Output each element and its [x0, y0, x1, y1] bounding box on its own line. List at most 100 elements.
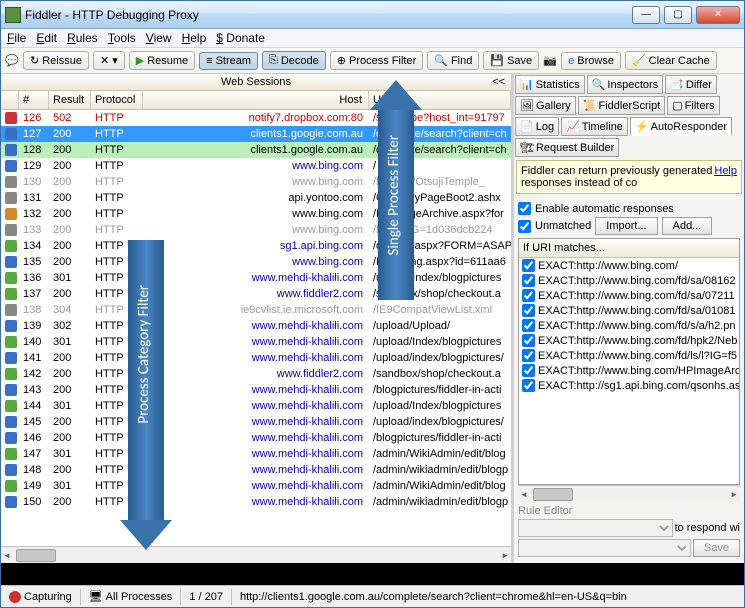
menu-help[interactable]: Help — [182, 31, 207, 45]
rule-row[interactable]: EXACT:http://www.bing.com/fd/hpk2/Neb — [519, 333, 739, 348]
unmatched-checkbox[interactable]: Unmatched — [518, 220, 591, 233]
table-row[interactable]: 127200HTTPclients1.google.com.au/complet… — [1, 126, 511, 142]
grid-header: # Result Protocol Host URL — [1, 91, 511, 110]
close-button[interactable]: ✕ — [696, 6, 740, 24]
menu-tools[interactable]: Tools — [108, 31, 136, 45]
rule-checkbox[interactable] — [522, 319, 535, 332]
maximize-button[interactable]: ▢ — [664, 6, 692, 24]
rule-action-select[interactable] — [518, 539, 691, 557]
table-row[interactable]: 139302HTTPwww.mehdi-khalili.com/upload/U… — [1, 318, 511, 334]
table-row[interactable]: 147301HTTPwww.mehdi-khalili.com/admin/Wi… — [1, 446, 511, 462]
process-filter-button[interactable]: ⊕Process Filter — [330, 51, 423, 70]
table-row[interactable]: 137200HTTPwww.fiddler2.com/sandbox/shop/… — [1, 286, 511, 302]
table-row[interactable]: 150200HTTPwww.mehdi-khalili.com/admin/wi… — [1, 494, 511, 510]
rule-row[interactable]: EXACT:http://sg1.api.bing.com/qsonhs.as — [519, 378, 739, 393]
table-row[interactable]: 136301HTTPwww.mehdi-khalili.com/upload/I… — [1, 270, 511, 286]
table-row[interactable]: 149301HTTPwww.mehdi-khalili.com/admin/Wi… — [1, 478, 511, 494]
save-button[interactable]: 💾Save — [483, 51, 539, 70]
table-row[interactable]: 145200HTTPwww.mehdi-khalili.com/upload/i… — [1, 414, 511, 430]
camera-icon[interactable]: 📷 — [543, 54, 557, 68]
help-link[interactable]: Help — [714, 165, 737, 189]
table-row[interactable]: 134200HTTPsg1.api.bing.com/qsonhs.aspx?F… — [1, 238, 511, 254]
table-row[interactable]: 143200HTTPwww.mehdi-khalili.com/blogpict… — [1, 382, 511, 398]
browse-button[interactable]: eBrowse — [561, 52, 621, 70]
table-row[interactable]: 142200HTTPwww.fiddler2.com/sandbox/shop/… — [1, 366, 511, 382]
stream-button[interactable]: ≡Stream — [199, 52, 258, 70]
remove-button[interactable]: ✕▾ — [93, 51, 125, 70]
resume-button[interactable]: ▶Resume — [129, 51, 195, 70]
col-url[interactable]: URL — [369, 91, 511, 109]
tab-autoresponder[interactable]: ⚡ AutoResponder — [630, 117, 732, 136]
tab-filters[interactable]: ▢ Filters — [667, 96, 719, 115]
rule-save-button[interactable]: Save — [693, 539, 740, 557]
tab-statistics[interactable]: 📊 Statistics — [515, 75, 585, 94]
comment-icon[interactable]: 💬 — [5, 54, 19, 68]
table-row[interactable]: 126502HTTPnotify7.dropbox.com:80/subscri… — [1, 110, 511, 126]
menu-file[interactable]: File — [7, 31, 26, 45]
capturing-indicator[interactable]: Capturing — [1, 589, 81, 605]
menu-view[interactable]: View — [146, 31, 172, 45]
clear-cache-button[interactable]: 🧹Clear Cache — [625, 51, 717, 70]
table-row[interactable]: 133200HTTPwww.bing.com/fd/ls/l?IG=1d036d… — [1, 222, 511, 238]
rule-row[interactable]: EXACT:http://www.bing.com/ — [519, 258, 739, 273]
target-icon: ⊕ — [337, 54, 346, 67]
tab-timeline[interactable]: 📈 Timeline — [561, 117, 628, 136]
table-row[interactable]: 129200HTTPwww.bing.com/ — [1, 158, 511, 174]
tab-requestbuilder[interactable]: 🏗 Request Builder — [515, 138, 619, 157]
table-row[interactable]: 130200HTTPwww.bing.com/fd/hpk2/OtsujiTem… — [1, 174, 511, 190]
decode-button[interactable]: ⎘Decode — [262, 51, 326, 70]
rule-match-select[interactable] — [518, 519, 673, 537]
rules-scrollbar[interactable] — [518, 485, 740, 502]
add-button[interactable]: Add... — [662, 217, 713, 235]
menu-donate[interactable]: $ Donate — [216, 31, 265, 45]
rule-checkbox[interactable] — [522, 274, 535, 287]
find-button[interactable]: 🔍Find — [427, 51, 479, 70]
menubar: File Edit Rules Tools View Help $ Donate — [1, 29, 744, 48]
rule-checkbox[interactable] — [522, 289, 535, 302]
tab-inspectors[interactable]: 🔍 Inspectors — [587, 75, 663, 94]
table-row[interactable]: 131200HTTPapi.yontoo.com/GetYBuyPageBoot… — [1, 190, 511, 206]
rule-row[interactable]: EXACT:http://www.bing.com/fd/sa/08162 — [519, 273, 739, 288]
sessions-collapse[interactable]: << — [492, 76, 505, 88]
table-row[interactable]: 140301HTTPwww.mehdi-khalili.com/upload/I… — [1, 334, 511, 350]
menu-rules[interactable]: Rules — [67, 31, 98, 45]
col-host[interactable]: Host — [143, 91, 369, 109]
table-row[interactable]: 135200HTTPwww.bing.com/LoadBing.aspx?id=… — [1, 254, 511, 270]
rule-checkbox[interactable] — [522, 334, 535, 347]
rule-row[interactable]: EXACT:http://www.bing.com/fd/s/a/h2.pn — [519, 318, 739, 333]
rule-checkbox[interactable] — [522, 304, 535, 317]
row-icon — [5, 112, 17, 124]
process-filter-status[interactable]: 🖥All Processes — [81, 588, 182, 605]
table-row[interactable]: 128200HTTPclients1.google.com.au/complet… — [1, 142, 511, 158]
grid-rows[interactable]: 126502HTTPnotify7.dropbox.com:80/subscri… — [1, 110, 511, 545]
tab-log[interactable]: 📄 Log — [515, 117, 559, 136]
table-row[interactable]: 138304HTTPie9cvlist.ie.microsoft.com/IE9… — [1, 302, 511, 318]
rule-row[interactable]: EXACT:http://www.bing.com/fd/sa/07211 — [519, 288, 739, 303]
enable-responses-checkbox[interactable]: Enable automatic responses — [518, 202, 740, 215]
rule-checkbox[interactable] — [522, 379, 535, 392]
col-num[interactable]: # — [19, 91, 49, 109]
rule-checkbox[interactable] — [522, 349, 535, 362]
tab-differ[interactable]: 📑 Differ — [665, 75, 717, 94]
reissue-button[interactable]: ↻Reissue — [23, 51, 89, 70]
table-row[interactable]: 144301HTTPwww.mehdi-khalili.com/upload/I… — [1, 398, 511, 414]
col-protocol[interactable]: Protocol — [91, 91, 143, 109]
table-row[interactable]: 148200HTTPwww.mehdi-khalili.com/admin/wi… — [1, 462, 511, 478]
rule-checkbox[interactable] — [522, 364, 535, 377]
import-button[interactable]: Import... — [595, 217, 657, 235]
horizontal-scrollbar[interactable] — [1, 546, 511, 563]
table-row[interactable]: 141200HTTPwww.mehdi-khalili.com/upload/i… — [1, 350, 511, 366]
tab-fiddlerscript[interactable]: 📜 FiddlerScript — [578, 96, 665, 115]
rule-row[interactable]: EXACT:http://www.bing.com/HPImageArc — [519, 363, 739, 378]
rules-list[interactable]: If URI matches... EXACT:http://www.bing.… — [518, 238, 740, 485]
quickexec-bar[interactable] — [1, 563, 744, 585]
rule-row[interactable]: EXACT:http://www.bing.com/fd/ls/l?IG=f5 — [519, 348, 739, 363]
rule-checkbox[interactable] — [522, 259, 535, 272]
table-row[interactable]: 146200HTTPwww.mehdi-khalili.com/blogpict… — [1, 430, 511, 446]
table-row[interactable]: 132200HTTPwww.bing.com/HPImageArchive.as… — [1, 206, 511, 222]
tab-gallery[interactable]: 🖼 Gallery — [515, 96, 576, 115]
minimize-button[interactable]: — — [632, 6, 660, 24]
rule-row[interactable]: EXACT:http://www.bing.com/fd/sa/01081 — [519, 303, 739, 318]
col-result[interactable]: Result — [49, 91, 91, 109]
menu-edit[interactable]: Edit — [36, 31, 57, 45]
